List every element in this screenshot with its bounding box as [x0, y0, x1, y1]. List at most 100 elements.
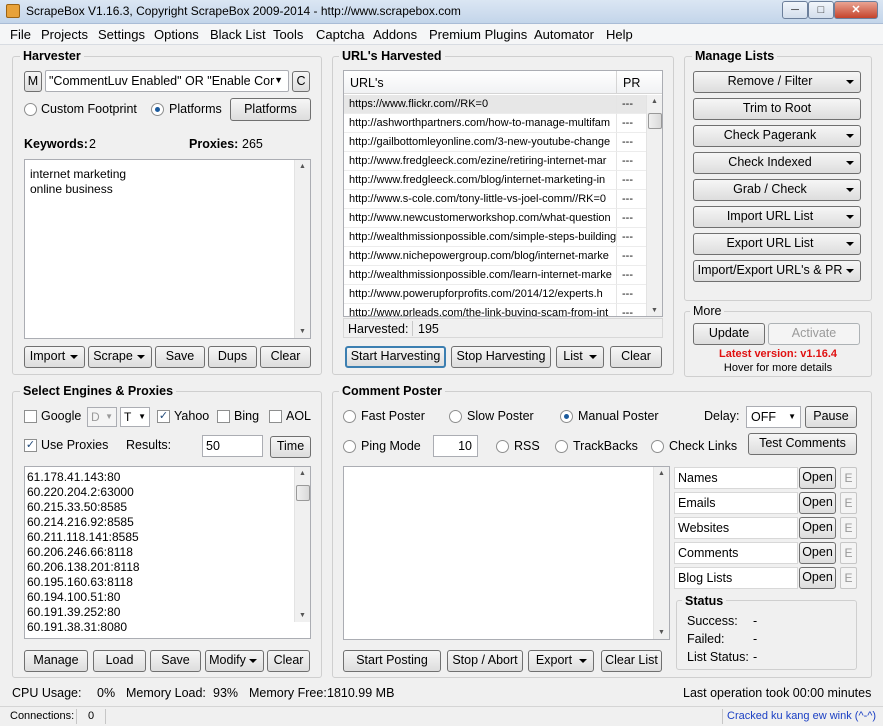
- poster-log-scrollbar[interactable]: ▲ ▼: [653, 467, 669, 639]
- aol-checkbox[interactable]: [269, 410, 282, 423]
- trim-to-root-button[interactable]: Trim to Root: [693, 98, 861, 120]
- merge-button[interactable]: M: [24, 71, 42, 92]
- start-posting-button[interactable]: Start Posting: [343, 650, 441, 672]
- url-row[interactable]: http://www.fredgleeck.com/ezine/retiring…: [344, 152, 616, 171]
- delay-select[interactable]: OFF ▼: [746, 406, 801, 428]
- menu-file[interactable]: File: [10, 27, 31, 42]
- menu-captcha[interactable]: Captcha: [316, 27, 364, 42]
- url-row[interactable]: http://wealthmissionpossible.com/simple-…: [344, 228, 616, 247]
- manual-poster-radio[interactable]: [560, 410, 573, 423]
- save-proxies-button[interactable]: Save: [150, 650, 201, 672]
- results-input[interactable]: 50: [202, 435, 263, 457]
- time-button[interactable]: Time: [270, 436, 311, 458]
- footprint-dropdown[interactable]: "CommentLuv Enabled" OR "Enable Cor ▼: [45, 70, 289, 92]
- ping-threads-input[interactable]: 10: [433, 435, 478, 457]
- websites-edit-button[interactable]: E: [840, 517, 857, 539]
- scroll-up-icon[interactable]: ▲: [647, 98, 662, 105]
- websites-open-button[interactable]: Open: [799, 517, 836, 539]
- url-row[interactable]: https://www.flickr.com//RK=0: [344, 95, 616, 114]
- scroll-down-icon[interactable]: ▼: [647, 307, 662, 314]
- clear-urls-button[interactable]: Clear: [610, 346, 662, 368]
- scroll-down-icon[interactable]: ▼: [654, 629, 669, 636]
- check-indexed-button[interactable]: Check Indexed: [693, 152, 861, 174]
- list-button[interactable]: List: [556, 346, 604, 368]
- scroll-thumb[interactable]: [296, 485, 310, 501]
- menu-projects[interactable]: Projects: [41, 27, 88, 42]
- stop-harvesting-button[interactable]: Stop Harvesting: [451, 346, 551, 368]
- dups-button[interactable]: Dups: [208, 346, 257, 368]
- proxy-scrollbar[interactable]: ▲ ▼: [294, 467, 310, 622]
- url-row[interactable]: http://www.powerupforprofits.com/2014/12…: [344, 285, 616, 304]
- menu-help[interactable]: Help: [606, 27, 633, 42]
- slow-poster-radio[interactable]: [449, 410, 462, 423]
- load-proxies-button[interactable]: Load: [93, 650, 146, 672]
- scroll-thumb[interactable]: [648, 113, 662, 129]
- test-comments-button[interactable]: Test Comments: [748, 433, 857, 455]
- blog-lists-open-button[interactable]: Open: [799, 567, 836, 589]
- import-url-list-button[interactable]: Import URL List: [693, 206, 861, 228]
- minimize-button[interactable]: ─: [782, 1, 808, 19]
- menu-premium-plugins[interactable]: Premium Plugins: [429, 27, 527, 42]
- ping-mode-radio[interactable]: [343, 440, 356, 453]
- clear-proxies-button[interactable]: Clear: [267, 650, 310, 672]
- keywords-textarea[interactable]: internet marketing online business ▲ ▼: [24, 159, 311, 339]
- bing-checkbox[interactable]: [217, 410, 230, 423]
- google-checkbox[interactable]: [24, 410, 37, 423]
- clear-keywords-button[interactable]: Clear: [260, 346, 311, 368]
- scroll-up-icon[interactable]: ▲: [295, 163, 310, 170]
- names-edit-button[interactable]: E: [840, 467, 857, 489]
- blog-lists-edit-button[interactable]: E: [840, 567, 857, 589]
- start-harvesting-button[interactable]: Start Harvesting: [345, 346, 446, 368]
- comments-open-button[interactable]: Open: [799, 542, 836, 564]
- rss-radio[interactable]: [496, 440, 509, 453]
- export-button[interactable]: Export: [528, 650, 594, 672]
- platforms-button[interactable]: Platforms: [230, 98, 311, 121]
- activate-button[interactable]: Activate: [768, 323, 860, 345]
- url-row[interactable]: http://www.nichepowergroup.com/blog/inte…: [344, 247, 616, 266]
- proxy-list-textarea[interactable]: 61.178.41.143:80 60.220.204.2:63000 60.2…: [24, 466, 311, 639]
- stop-abort-button[interactable]: Stop / Abort: [447, 650, 523, 672]
- menu-settings[interactable]: Settings: [98, 27, 145, 42]
- custom-footprint-radio[interactable]: [24, 103, 37, 116]
- urls-scrollbar[interactable]: ▲ ▼: [646, 95, 662, 316]
- menu-options[interactable]: Options: [154, 27, 199, 42]
- manage-proxies-button[interactable]: Manage: [24, 650, 88, 672]
- yahoo-checkbox[interactable]: ✓: [157, 410, 170, 423]
- fast-poster-radio[interactable]: [343, 410, 356, 423]
- url-column-header[interactable]: URL's: [350, 76, 384, 90]
- scroll-up-icon[interactable]: ▲: [654, 470, 669, 477]
- remove-filter-button[interactable]: Remove / Filter: [693, 71, 861, 93]
- check-links-radio[interactable]: [651, 440, 664, 453]
- urls-table[interactable]: URL's PR https://www.flickr.com//RK=0 ---…: [343, 70, 663, 317]
- url-row[interactable]: http://www.prleads.com/the-link-buying-s…: [344, 304, 616, 316]
- google-domain-select[interactable]: D ▼: [87, 407, 117, 427]
- modify-proxies-button[interactable]: Modify: [205, 650, 264, 672]
- menu-tools[interactable]: Tools: [273, 27, 303, 42]
- url-row[interactable]: http://www.s-cole.com/tony-little-vs-joe…: [344, 190, 616, 209]
- pause-button[interactable]: Pause: [805, 406, 857, 428]
- poster-log-area[interactable]: ▲ ▼: [343, 466, 670, 640]
- emails-edit-button[interactable]: E: [840, 492, 857, 514]
- names-open-button[interactable]: Open: [799, 467, 836, 489]
- scroll-down-icon[interactable]: ▼: [295, 328, 310, 335]
- emails-open-button[interactable]: Open: [799, 492, 836, 514]
- url-row[interactable]: http://wealthmissionpossible.com/learn-i…: [344, 266, 616, 285]
- menu-automator[interactable]: Automator: [534, 27, 594, 42]
- keywords-scrollbar[interactable]: ▲ ▼: [294, 160, 310, 338]
- grab-check-button[interactable]: Grab / Check: [693, 179, 861, 201]
- comments-edit-button[interactable]: E: [840, 542, 857, 564]
- clear-footprint-button[interactable]: C: [292, 71, 310, 92]
- url-row[interactable]: http://www.fredgleeck.com/blog/internet-…: [344, 171, 616, 190]
- close-button[interactable]: ✕: [834, 1, 878, 19]
- maximize-button[interactable]: □: [808, 1, 834, 19]
- update-button[interactable]: Update: [693, 323, 765, 345]
- import-button[interactable]: Import: [24, 346, 85, 368]
- menu-black-list[interactable]: Black List: [210, 27, 266, 42]
- scroll-up-icon[interactable]: ▲: [295, 470, 310, 477]
- url-row[interactable]: http://gailbottomleyonline.com/3-new-you…: [344, 133, 616, 152]
- url-row[interactable]: http://ashworthpartners.com/how-to-manag…: [344, 114, 616, 133]
- latest-version-text[interactable]: Latest version: v1.16.4: [684, 348, 872, 360]
- pr-column-header[interactable]: PR: [623, 76, 640, 90]
- scrape-button[interactable]: Scrape: [88, 346, 152, 368]
- platforms-radio[interactable]: [151, 103, 164, 116]
